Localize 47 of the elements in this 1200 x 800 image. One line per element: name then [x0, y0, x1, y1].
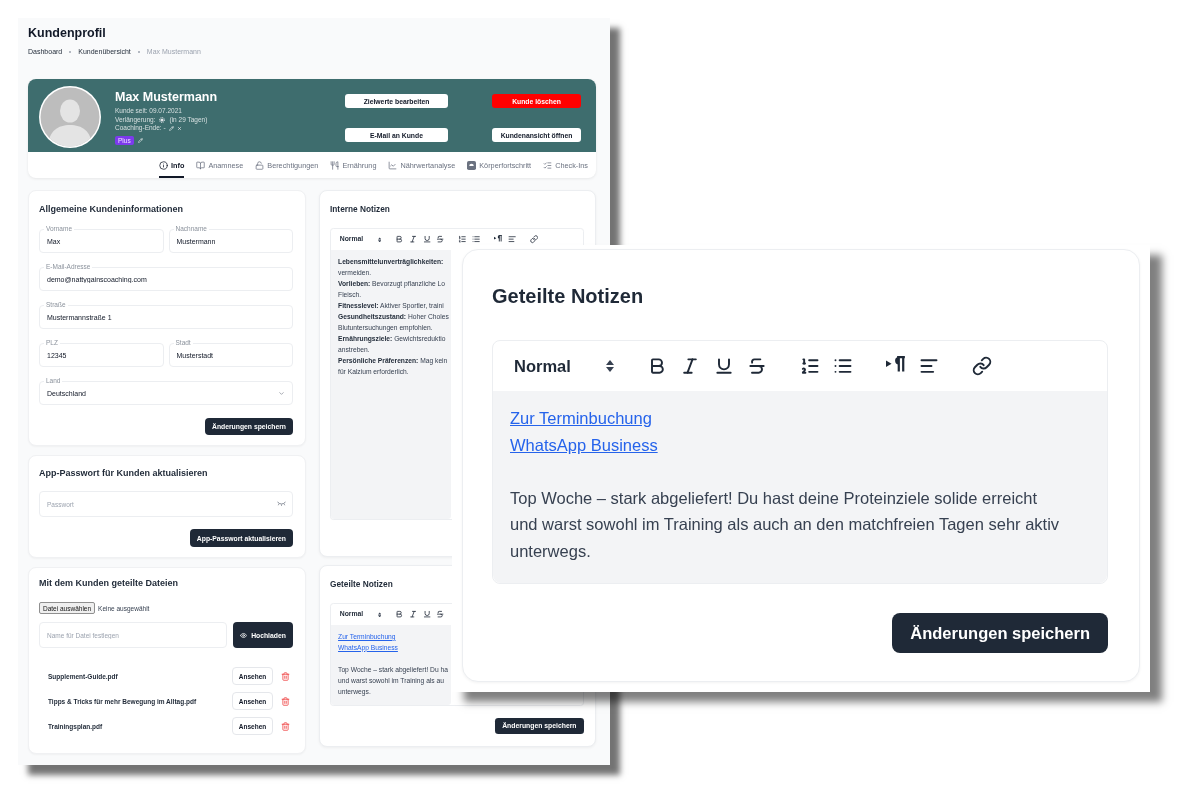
pilcrow-icon[interactable]	[493, 235, 503, 242]
link-icon[interactable]	[971, 356, 992, 376]
align-left-icon[interactable]	[507, 235, 517, 244]
sort-arrows-icon	[606, 359, 614, 373]
note-link[interactable]: WhatsApp Business	[510, 431, 658, 458]
section-title: App-Passwort für Kunden aktualisieren	[39, 468, 208, 479]
sort-arrows-icon	[377, 611, 382, 618]
trash-icon[interactable]	[281, 671, 290, 681]
bullet-list-icon[interactable]	[833, 356, 854, 376]
client-name: Max Mustermann	[115, 90, 218, 104]
section-title: Geteilte Notizen	[330, 580, 393, 590]
section-title: Mit dem Kunden geteilte Dateien	[39, 578, 179, 589]
numbered-list-icon[interactable]	[799, 356, 820, 376]
section-title: Allgemeine Kundeninformationen	[39, 204, 183, 215]
checklist-icon	[543, 160, 553, 170]
editor-field[interactable]: Zur Terminbuchung WhatsApp Business Top Woche – stark abgeliefert! Du hast deine Proteinziele solide erreicht und warst sowohl im Training als auch an den matchfreien Tagen sehr aktiv unterwegs.	[493, 391, 1107, 583]
close-icon[interactable]	[176, 125, 182, 131]
gear-icon[interactable]	[159, 116, 166, 123]
italic-icon[interactable]	[408, 235, 417, 244]
avatar-placeholder	[39, 86, 101, 148]
chevron-down-icon	[278, 389, 285, 397]
pencil-icon[interactable]	[168, 125, 174, 131]
note-link[interactable]: Zur Terminbuchung	[510, 405, 652, 432]
save-button[interactable]: Änderungen speichern	[892, 613, 1108, 653]
pilcrow-icon[interactable]	[885, 356, 906, 372]
lock-icon	[255, 160, 265, 170]
format-select[interactable]: Normal	[514, 356, 614, 376]
numbered-list-icon[interactable]	[458, 235, 467, 244]
info-icon	[159, 160, 168, 170]
note-text: Top Woche – stark abgeliefert! Du hast deine Proteinziele solide erreicht und warst sowohl im Training als auch an den matchfreien Tagen sehr aktiv unterwegs.	[510, 487, 1061, 562]
trash-icon[interactable]	[281, 696, 290, 706]
page-title: Kundenprofil	[28, 26, 106, 40]
pencil-icon[interactable]	[137, 137, 143, 143]
line-chart-icon	[388, 160, 398, 170]
italic-icon[interactable]	[408, 610, 417, 619]
utensils-icon	[330, 160, 340, 170]
section-title: Geteilte Notizen	[492, 284, 644, 308]
sort-arrows-icon	[377, 236, 382, 243]
book-icon	[196, 160, 206, 170]
section-title: Interne Notizen	[330, 205, 390, 215]
eye-icon	[240, 631, 248, 639]
underline-icon[interactable]	[713, 356, 734, 376]
trash-icon[interactable]	[281, 721, 290, 731]
bullet-list-icon[interactable]	[472, 235, 481, 244]
scale-icon	[467, 160, 477, 170]
closed-eye-icon[interactable]	[277, 501, 286, 506]
align-left-icon[interactable]	[919, 356, 940, 376]
